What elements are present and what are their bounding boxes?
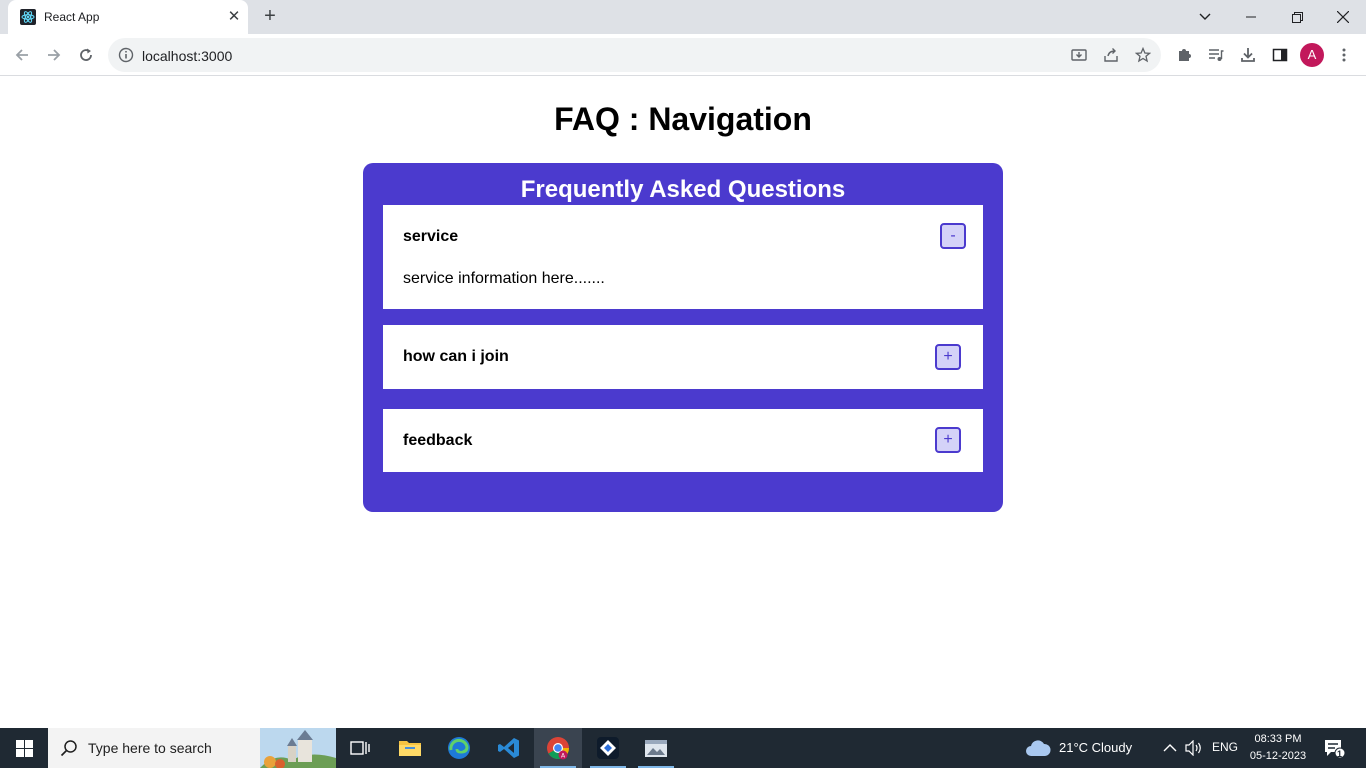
faq-heading: Frequently Asked Questions	[520, 176, 846, 203]
clock-date: 05-12-2023	[1249, 750, 1307, 762]
side-panel-button[interactable]	[1266, 41, 1294, 69]
browser-tab[interactable]: React App ✕	[8, 0, 248, 34]
app-diamond-icon	[597, 737, 619, 759]
language-indicator[interactable]: ENG	[1212, 740, 1238, 754]
clock-time: 08:33 PM	[1254, 733, 1302, 745]
taskbar-edge[interactable]	[435, 728, 483, 768]
image-viewer-icon	[645, 740, 667, 757]
taskbar-app-window[interactable]	[632, 728, 680, 768]
faq-answer: service information here.......	[403, 270, 605, 287]
info-icon[interactable]	[118, 47, 134, 63]
tab-search-button[interactable]	[1182, 0, 1228, 34]
react-icon	[20, 9, 36, 25]
windows-taskbar: Type here to search A 21°C Cloudy ENG 08…	[0, 728, 1366, 768]
task-view-icon	[350, 741, 370, 755]
taskbar-chrome[interactable]: A	[534, 728, 582, 768]
weather-text[interactable]: 21°C Cloudy	[1059, 740, 1132, 755]
restore-button[interactable]	[1274, 0, 1320, 34]
puzzle-icon	[1179, 49, 1191, 61]
arrow-left-icon	[15, 49, 28, 61]
chevron-down-icon	[1199, 13, 1211, 20]
start-button[interactable]	[0, 728, 48, 768]
arrow-right-icon	[48, 49, 61, 61]
faq-collapse-button[interactable]: -	[940, 223, 966, 249]
castle-illustration-icon	[260, 728, 336, 768]
faq-question: service	[403, 228, 459, 245]
taskbar-app-blue[interactable]	[584, 728, 632, 768]
minimize-button[interactable]	[1228, 0, 1274, 34]
faq-card: Frequently Asked Questions service - ser…	[363, 163, 1003, 512]
new-tab-button[interactable]: +	[259, 6, 281, 28]
notification-count: 1	[1337, 749, 1343, 759]
taskbar-clock[interactable]: 08:33 PM 05-12-2023	[1240, 731, 1316, 765]
windows-logo-icon	[15, 739, 33, 757]
restore-icon	[1291, 11, 1303, 23]
media-queue-icon	[1209, 49, 1224, 61]
notification-icon[interactable]	[1324, 739, 1346, 759]
forward-button[interactable]	[40, 41, 68, 69]
back-button[interactable]	[8, 41, 36, 69]
cloud-icon[interactable]	[1025, 739, 1051, 757]
search-icon	[60, 740, 77, 757]
media-controls-button[interactable]	[1202, 41, 1230, 69]
volume-icon[interactable]	[1185, 740, 1203, 756]
address-bar[interactable]: localhost:3000	[108, 38, 1161, 72]
close-tab-icon[interactable]: ✕	[226, 9, 242, 25]
downloads-button[interactable]	[1234, 41, 1262, 69]
close-icon	[1337, 11, 1349, 23]
faq-item-service: service - service information here......…	[383, 205, 983, 309]
faq-expand-button[interactable]: +	[935, 344, 961, 370]
faq-item-feedback: feedback +	[383, 409, 983, 472]
download-icon	[1241, 48, 1255, 62]
faq-question: feedback	[403, 432, 473, 449]
faq-item-how-can-i-join: how can i join +	[383, 325, 983, 389]
folder-icon	[399, 741, 421, 756]
more-vertical-icon	[1342, 48, 1346, 62]
taskbar-search[interactable]: Type here to search	[48, 728, 336, 768]
chevron-up-icon[interactable]	[1163, 743, 1177, 753]
side-panel-icon	[1272, 48, 1288, 62]
profile-avatar[interactable]: A	[1300, 43, 1324, 67]
browser-menu-button[interactable]	[1330, 41, 1358, 69]
page-title: FAQ : Navigation	[554, 101, 812, 137]
tab-title: React App	[44, 10, 100, 24]
vscode-icon	[498, 738, 519, 758]
reload-button[interactable]	[72, 41, 100, 69]
share-icon	[1104, 48, 1118, 62]
minimize-icon	[1246, 16, 1256, 18]
reload-icon	[80, 48, 92, 61]
faq-question: how can i join	[403, 348, 509, 365]
taskbar-file-explorer[interactable]	[386, 728, 434, 768]
close-window-button[interactable]	[1320, 0, 1366, 34]
edge-icon	[448, 737, 470, 759]
share-button[interactable]	[1101, 45, 1121, 65]
install-app-button[interactable]	[1069, 45, 1089, 65]
taskbar-vscode[interactable]	[485, 728, 533, 768]
chrome-icon: A	[547, 737, 569, 760]
browser-toolbar: localhost:3000 A	[0, 34, 1366, 76]
bookmark-button[interactable]	[1133, 45, 1153, 65]
extensions-button[interactable]	[1170, 41, 1198, 69]
search-placeholder: Type here to search	[88, 740, 212, 756]
faq-expand-button[interactable]: +	[935, 427, 961, 453]
tab-strip: React App ✕ +	[0, 0, 1366, 34]
install-icon	[1071, 49, 1087, 61]
task-view-button[interactable]	[336, 728, 384, 768]
page-viewport: FAQ : Navigation Frequently Asked Questi…	[0, 77, 1366, 728]
url-text: localhost:3000	[142, 48, 233, 64]
star-icon	[1135, 47, 1151, 63]
